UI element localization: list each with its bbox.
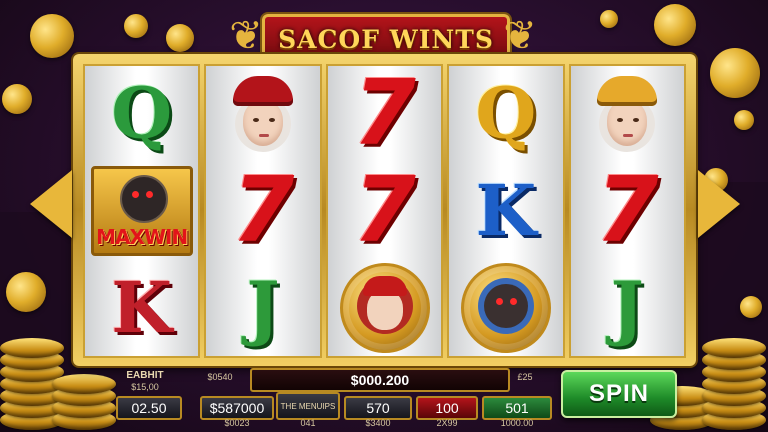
reel-cell: K	[449, 163, 562, 260]
total-bet-sublabel: 1000.00	[500, 418, 534, 428]
symbol-portrait-icon	[585, 72, 669, 156]
total-label: $0540	[207, 372, 233, 382]
reel-cell: 7	[328, 66, 441, 163]
symbol-seven-icon: 7	[231, 158, 295, 263]
balance-box: $587000	[200, 396, 274, 420]
reel-cell: Q	[449, 66, 562, 163]
meters-box[interactable]: THE MENUIPS	[276, 392, 340, 420]
lines-sublabel: 2X99	[436, 418, 458, 428]
coin-icon	[6, 272, 46, 312]
reel-cell: 7	[571, 163, 684, 260]
reel-cell	[328, 259, 441, 356]
symbol-seven-icon: 7	[353, 61, 416, 167]
reel-cell: MAXWIN	[85, 163, 198, 260]
spin-button[interactable]: SPIN	[561, 370, 677, 418]
reel-1: Q MAXWIN K	[83, 64, 201, 358]
symbol-beast-medal-icon	[460, 262, 551, 353]
coin-icon	[166, 24, 194, 52]
bet-sublabel: $3400	[365, 418, 391, 428]
reel-cell	[206, 66, 319, 163]
symbol-k-icon: K	[475, 169, 537, 252]
reel-cell: Q	[85, 66, 198, 163]
right-label: £25	[517, 372, 533, 382]
maxwin-label: MAXWIN	[96, 225, 188, 249]
coin-icon	[124, 14, 148, 38]
reel-cell: 7	[328, 163, 441, 260]
symbol-portrait-medal-icon	[339, 262, 430, 353]
spin-label: SPIN	[588, 380, 649, 407]
reel-cell: J	[571, 259, 684, 356]
symbol-portrait-icon	[221, 72, 305, 156]
symbol-k-icon: K	[111, 265, 173, 349]
credit-value: 02.50	[131, 400, 167, 416]
arrow-right-icon[interactable]	[698, 170, 740, 238]
win-value: $000.200	[350, 372, 410, 388]
coin-icon	[740, 296, 762, 318]
total-bet-box[interactable]: 501	[482, 396, 552, 420]
balance-value: $587000	[209, 400, 265, 416]
reel-cell	[571, 66, 684, 163]
reel-2: 7J	[204, 64, 322, 358]
symbol-q-icon: Q	[111, 72, 173, 156]
total-bet-value: 501	[505, 400, 529, 416]
symbol-seven-icon: 7	[596, 158, 659, 263]
reels-grid: Q MAXWIN K 7 J 7 7 Q K 7 J	[83, 64, 687, 358]
balance-sublabel: $0023	[224, 418, 250, 428]
coin-icon	[600, 10, 618, 28]
lines-value: 100	[435, 400, 459, 416]
lines-box[interactable]: 100	[416, 396, 478, 420]
reel-cell: K	[85, 259, 198, 356]
symbol-maxwin-icon: MAXWIN	[90, 166, 193, 256]
reel-cell	[449, 259, 562, 356]
coin-icon	[2, 84, 32, 114]
ornament-right-icon: ❦	[503, 14, 537, 58]
credit-label: EABHIT	[126, 370, 164, 381]
coin-icon	[734, 110, 754, 130]
reel-3: 77	[325, 64, 444, 358]
reel-4: QK	[447, 64, 565, 358]
reel-5: 7J	[568, 64, 687, 358]
meters-sublabel: 041	[300, 418, 316, 428]
coin-icon	[654, 4, 696, 46]
bet-box[interactable]: 570	[344, 396, 412, 420]
coin-icon	[30, 14, 74, 58]
symbol-j-icon: J	[246, 265, 280, 349]
credit-value-box[interactable]: 02.50	[116, 396, 182, 420]
meters-label: THE MENUIPS	[280, 401, 336, 411]
credit-sublabel: $15,00	[131, 382, 159, 392]
coin-icon	[710, 48, 760, 98]
bet-value: 570	[366, 400, 390, 416]
arrow-left-icon[interactable]	[30, 170, 72, 238]
reel-cell: 7	[206, 163, 319, 260]
symbol-j-icon: J	[610, 265, 644, 349]
symbol-q-icon: Q	[475, 72, 537, 156]
symbol-seven-icon: 7	[353, 158, 416, 263]
win-display: $000.200	[250, 368, 510, 392]
reel-cell: J	[206, 259, 319, 356]
